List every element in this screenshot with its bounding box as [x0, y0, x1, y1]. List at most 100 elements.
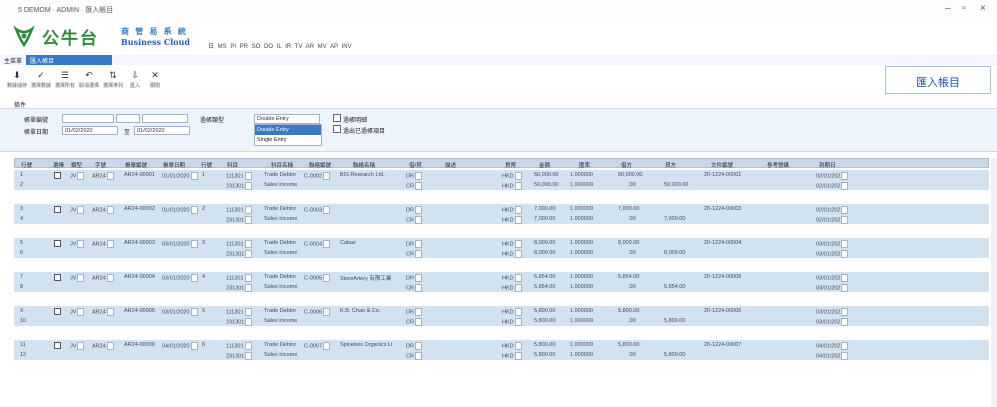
- chevron-down-icon[interactable]: [323, 341, 331, 350]
- cell-currency[interactable]: HKD: [502, 239, 522, 248]
- chevron-down-icon[interactable]: [190, 205, 198, 214]
- chevron-down-icon[interactable]: [514, 215, 522, 224]
- chevron-down-icon[interactable]: [414, 239, 422, 248]
- cell-dc[interactable]: DR: [406, 205, 422, 214]
- chevron-down-icon[interactable]: [414, 273, 422, 282]
- chevron-down-icon[interactable]: [106, 307, 114, 316]
- cell-prefix[interactable]: AR24: [92, 239, 114, 248]
- chevron-down-icon[interactable]: [841, 273, 849, 282]
- cell-due[interactable]: 02/01/202: [816, 215, 849, 224]
- maximize-icon[interactable]: ▫: [962, 3, 966, 14]
- cell-account[interactable]: 111301: [226, 341, 252, 350]
- cell-account[interactable]: 231301: [226, 215, 253, 224]
- cell-type[interactable]: JV: [70, 273, 85, 282]
- chevron-down-icon[interactable]: [841, 215, 849, 224]
- chevron-down-icon[interactable]: [841, 341, 849, 350]
- chevron-down-icon[interactable]: [77, 273, 85, 282]
- cell-dc[interactable]: CR: [406, 249, 422, 258]
- select-checkbox[interactable]: [54, 341, 61, 349]
- voucher-no-to-input[interactable]: [142, 114, 188, 123]
- deselect-button[interactable]: ↶ 取消選擇: [78, 70, 100, 94]
- chevron-down-icon[interactable]: [841, 205, 849, 214]
- cell-prefix[interactable]: AR24: [92, 171, 114, 180]
- cell-due[interactable]: 02/01/202: [816, 205, 849, 214]
- chevron-down-icon[interactable]: [244, 205, 252, 214]
- chevron-down-icon[interactable]: [514, 273, 522, 282]
- cell-contact[interactable]: C-0004: [304, 239, 331, 248]
- chevron-down-icon[interactable]: [841, 307, 849, 316]
- col-dc[interactable]: 借/貸: [409, 161, 422, 169]
- table-row[interactable]: 11 JV AR24 AR24-00006 04/01/2020 6 111301 Trade…: [14, 340, 989, 350]
- col-credit[interactable]: 貸方: [665, 161, 676, 169]
- chevron-down-icon[interactable]: [841, 239, 849, 248]
- chevron-down-icon[interactable]: [514, 171, 522, 180]
- chevron-down-icon[interactable]: [514, 205, 522, 214]
- cell-currency[interactable]: HKD: [502, 273, 522, 282]
- cell-contact[interactable]: C-0003: [304, 205, 331, 214]
- voucher-no-from-input[interactable]: [62, 114, 114, 123]
- cell-account[interactable]: 231301: [226, 249, 253, 258]
- chevron-down-icon[interactable]: [244, 307, 252, 316]
- col-due[interactable]: 到期日: [819, 161, 836, 169]
- cell-date[interactable]: 04/01/2020: [162, 341, 198, 350]
- cell-contact[interactable]: C-0007: [304, 341, 331, 350]
- top-menu[interactable]: 日 MS PI PR SO DO IL IR TV AR MV AP INV: [208, 41, 352, 50]
- cell-due[interactable]: 03/01/202: [816, 283, 849, 292]
- reorder-button[interactable]: ⇅ 選擇排列: [102, 70, 124, 94]
- entry-type-select[interactable]: Double Entry: [254, 114, 320, 124]
- close-button[interactable]: ✕ 關閉: [144, 70, 166, 94]
- chevron-down-icon[interactable]: [245, 283, 253, 292]
- cell-type[interactable]: JV: [70, 307, 85, 316]
- cell-due[interactable]: 03/01/202: [816, 239, 849, 248]
- minimize-icon[interactable]: –: [945, 3, 951, 14]
- cell-dc[interactable]: DR: [406, 239, 422, 248]
- col-account[interactable]: 科目: [227, 161, 238, 169]
- cell-type[interactable]: JV: [70, 341, 85, 350]
- cell-date[interactable]: 03/01/2020: [162, 307, 198, 316]
- chevron-down-icon[interactable]: [323, 171, 331, 180]
- chevron-down-icon[interactable]: [323, 205, 331, 214]
- cell-account[interactable]: 111301: [226, 171, 252, 180]
- table-row[interactable]: 6 231301 Sales Income CR HKD 8,009.00 1.000000…: [14, 248, 989, 258]
- chevron-down-icon[interactable]: [841, 171, 849, 180]
- tab-main-menu[interactable]: 主菜單: [4, 56, 22, 65]
- cell-dc[interactable]: CR: [406, 215, 422, 224]
- table-row[interactable]: 5 JV AR24 AR24-00003 03/01/2020 3 111301 Trade …: [14, 238, 989, 248]
- table-row[interactable]: 8 231301 Sales Income CR HKD 5,854.00 1.000000…: [14, 282, 989, 292]
- cell-account[interactable]: 231301: [226, 317, 253, 326]
- cell-account[interactable]: 111301: [226, 273, 252, 282]
- cell-currency[interactable]: HKD: [502, 205, 522, 214]
- chevron-down-icon[interactable]: [841, 249, 849, 258]
- cell-account[interactable]: 111301: [226, 239, 252, 248]
- close-icon[interactable]: ×: [980, 3, 986, 14]
- cell-dc[interactable]: CR: [406, 283, 422, 292]
- chevron-down-icon[interactable]: [190, 239, 198, 248]
- cell-currency[interactable]: HKD: [502, 351, 522, 360]
- chevron-down-icon[interactable]: [106, 205, 114, 214]
- cell-prefix[interactable]: AR24: [92, 273, 114, 282]
- date-to-input[interactable]: 01/02/2020: [134, 126, 190, 135]
- cell-account[interactable]: 231301: [226, 181, 253, 190]
- col-desc[interactable]: 描述: [445, 161, 456, 169]
- cell-due[interactable]: 02/01/202: [816, 171, 849, 180]
- table-row[interactable]: 1 JV AR24 AR24-00001 01/01/2020 1 111301 Trade …: [14, 170, 989, 180]
- chevron-down-icon[interactable]: [414, 341, 422, 350]
- chevron-down-icon[interactable]: [414, 171, 422, 180]
- tab-import-accounts[interactable]: 匯入帳目: [26, 55, 112, 65]
- table-row[interactable]: 2 231301 Sales Income CR HKD 50,000.00 1.00000…: [14, 180, 989, 190]
- chevron-down-icon[interactable]: [841, 283, 849, 292]
- chevron-down-icon[interactable]: [245, 181, 253, 190]
- select-checkbox[interactable]: [54, 239, 61, 247]
- col-account-name[interactable]: 科目名稱: [271, 161, 293, 169]
- cell-currency[interactable]: HKD: [502, 283, 522, 292]
- cell-prefix[interactable]: AR24: [92, 205, 114, 214]
- cell-due[interactable]: 03/01/202: [816, 307, 849, 316]
- cell-due[interactable]: 04/01/202: [816, 351, 849, 360]
- chevron-down-icon[interactable]: [106, 341, 114, 350]
- col-voucher[interactable]: 帳單編號: [125, 161, 147, 169]
- cell-currency[interactable]: HKD: [502, 341, 522, 350]
- chevron-down-icon[interactable]: [244, 273, 252, 282]
- chevron-down-icon[interactable]: [414, 215, 422, 224]
- col-currency[interactable]: 貨幣: [505, 161, 516, 169]
- cell-contact[interactable]: C-0005: [304, 273, 331, 282]
